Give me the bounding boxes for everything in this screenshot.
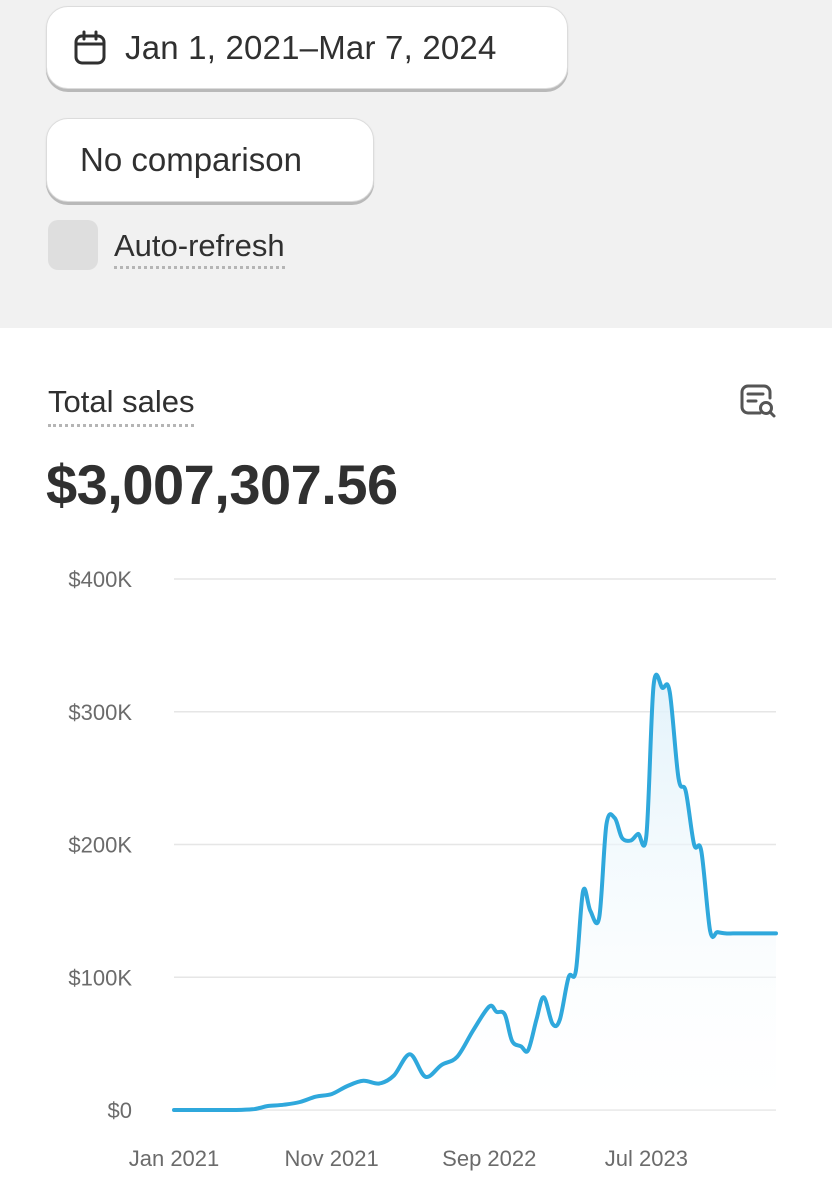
metric-value: $3,007,307.56 [46,453,398,516]
calendar-icon [73,30,107,66]
view-report-icon[interactable] [736,380,778,422]
auto-refresh-label[interactable]: Auto-refresh [114,228,285,269]
comparison-label: No comparison [80,141,302,178]
metric-title[interactable]: Total sales [48,384,195,427]
auto-refresh-row: Auto-refresh [48,219,285,271]
total-sales-card: Total sales $3,007,307.56 [0,328,832,1200]
date-range-button[interactable]: Jan 1, 2021–Mar 7, 2024 [46,6,568,89]
auto-refresh-checkbox[interactable] [48,220,98,270]
date-range-label: Jan 1, 2021–Mar 7, 2024 [125,28,497,66]
filter-panel: Jan 1, 2021–Mar 7, 2024 No comparison Au… [0,0,832,328]
comparison-button[interactable]: No comparison [46,118,374,202]
